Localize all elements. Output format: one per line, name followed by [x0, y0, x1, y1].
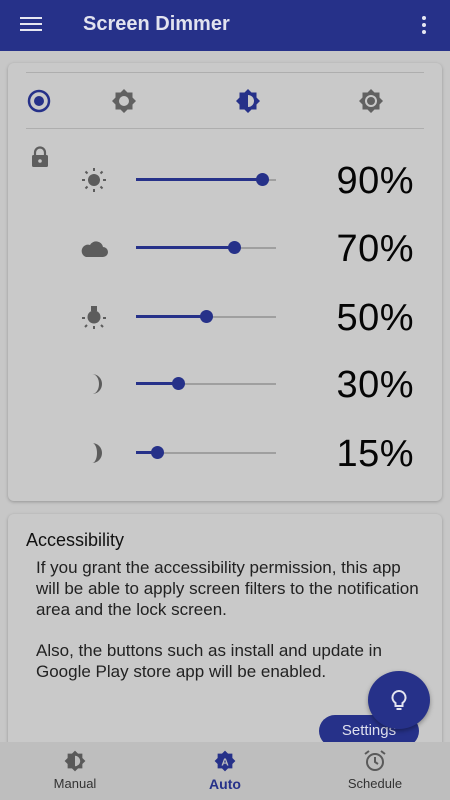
level-percent: 70%	[336, 228, 414, 270]
slider-thumb[interactable]	[171, 377, 185, 390]
lamp-icon	[78, 302, 110, 332]
bottom-navigation: Manual A Auto Schedule	[0, 742, 450, 800]
crescent-moon-icon	[78, 438, 110, 468]
nav-schedule[interactable]: Schedule	[300, 742, 450, 800]
divider	[26, 72, 424, 73]
sun-icon	[78, 165, 110, 195]
level-percent: 50%	[336, 297, 414, 339]
nav-label: Auto	[209, 776, 241, 792]
slider-thumb[interactable]	[199, 310, 213, 323]
auto-brightness-icon: A	[212, 748, 238, 774]
level-row: 15%	[0, 433, 450, 475]
level-row: 70%	[0, 228, 450, 270]
app-bar: Screen Dimmer	[0, 0, 450, 51]
lightbulb-icon	[391, 689, 407, 710]
nav-auto[interactable]: A Auto	[150, 742, 300, 800]
slider-thumb[interactable]	[255, 173, 269, 186]
level-percent: 30%	[336, 364, 414, 406]
menu-icon[interactable]	[20, 15, 44, 33]
brightness-icon[interactable]	[109, 86, 139, 116]
nav-label: Manual	[53, 776, 97, 791]
accessibility-description: If you grant the accessibility permissio…	[36, 558, 419, 619]
level-row: 90%	[0, 160, 450, 202]
accessibility-title: Accessibility	[26, 530, 125, 550]
contrast-icon	[62, 748, 88, 774]
level-row: 30%	[0, 364, 450, 406]
nav-label: Schedule	[347, 776, 403, 791]
level-percent: 90%	[336, 160, 414, 202]
svg-text:A: A	[221, 757, 229, 768]
app-title: Screen Dimmer	[83, 13, 230, 35]
accessibility-description: Also, the buttons such as install and up…	[36, 641, 382, 681]
cloud-icon	[78, 233, 110, 263]
slider-fill	[136, 178, 262, 181]
more-options-icon[interactable]	[416, 12, 430, 38]
slider-thumb[interactable]	[150, 446, 164, 459]
nav-manual[interactable]: Manual	[0, 742, 150, 800]
lightbulb-fab[interactable]	[368, 671, 430, 729]
slider-fill	[136, 315, 206, 318]
slider-thumb[interactable]	[227, 241, 241, 254]
level-row: 50%	[0, 297, 450, 339]
settings-brightness-icon[interactable]	[356, 86, 386, 116]
alarm-icon	[362, 748, 388, 774]
divider	[26, 128, 424, 129]
level-percent: 15%	[336, 433, 414, 475]
radio-selected-icon[interactable]	[24, 86, 54, 116]
slider-fill	[136, 246, 234, 249]
moon-icon	[78, 369, 110, 399]
contrast-icon[interactable]	[233, 86, 263, 116]
